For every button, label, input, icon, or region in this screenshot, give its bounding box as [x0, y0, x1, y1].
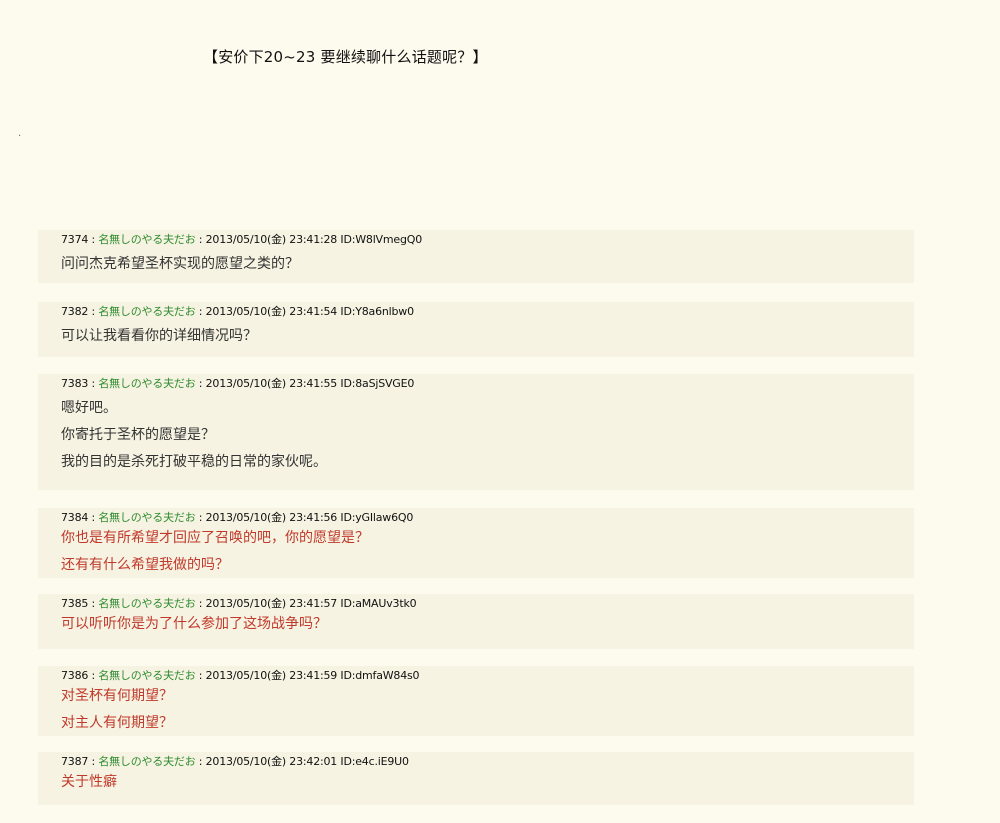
- poster-name: 名無しのやる夫だお: [98, 305, 196, 318]
- post-number[interactable]: 7382: [61, 305, 88, 318]
- post-number[interactable]: 7383: [61, 377, 88, 390]
- post-7386: 7386 : 名無しのやる夫だお : 2013/05/10(金) 23:41:5…: [38, 666, 914, 736]
- post-datetime: 2013/05/10(金) 23:41:55: [205, 377, 338, 390]
- poster-id[interactable]: ID:aMAUv3tk0: [340, 597, 416, 610]
- post-datetime: 2013/05/10(金) 23:41:28: [205, 233, 338, 246]
- post-line: 还有有什么希望我做的吗？: [61, 557, 229, 573]
- post-body: 关于性癖: [61, 769, 914, 796]
- poster-name: 名無しのやる夫だお: [98, 233, 196, 246]
- thread-title: 【安价下20~23 要继续聊什么话题呢？】: [203, 48, 488, 66]
- post-datetime: 2013/05/10(金) 23:42:01: [205, 755, 338, 768]
- post-body: 可以听听你是为了什么参加了这场战争吗？: [61, 611, 914, 638]
- post-line: 你也是有所希望才回应了召唤的吧，你的愿望是？: [61, 530, 369, 546]
- post-line: 嗯好吧。: [61, 400, 117, 416]
- post-7387: 7387 : 名無しのやる夫だお : 2013/05/10(金) 23:42:0…: [38, 752, 914, 805]
- post-body: 可以让我看看你的详细情况吗？: [61, 323, 914, 350]
- poster-name: 名無しのやる夫だお: [98, 377, 196, 390]
- post-header: 7386 : 名無しのやる夫だお : 2013/05/10(金) 23:41:5…: [61, 669, 420, 682]
- post-header: 7385 : 名無しのやる夫だお : 2013/05/10(金) 23:41:5…: [61, 597, 417, 610]
- poster-id[interactable]: ID:Y8a6nlbw0: [340, 305, 414, 318]
- post-header: 7384 : 名無しのやる夫だお : 2013/05/10(金) 23:41:5…: [61, 511, 414, 524]
- post-line: 可以听听你是为了什么参加了这场战争吗？: [61, 616, 327, 632]
- post-7382: 7382 : 名無しのやる夫だお : 2013/05/10(金) 23:41:5…: [38, 302, 914, 357]
- post-7385: 7385 : 名無しのやる夫だお : 2013/05/10(金) 23:41:5…: [38, 594, 914, 649]
- post-line: 问问杰克希望圣杯实现的愿望之类的？: [61, 256, 299, 272]
- post-7383: 7383 : 名無しのやる夫だお : 2013/05/10(金) 23:41:5…: [38, 374, 914, 490]
- post-line: 我的目的是杀死打破平稳的日常的家伙呢。: [61, 454, 327, 470]
- poster-id[interactable]: ID:8aSjSVGE0: [340, 377, 414, 390]
- post-datetime: 2013/05/10(金) 23:41:59: [205, 669, 338, 682]
- post-body: 嗯好吧。 你寄托于圣杯的愿望是？ 我的目的是杀死打破平稳的日常的家伙呢。: [61, 395, 914, 476]
- post-datetime: 2013/05/10(金) 23:41:54: [205, 305, 338, 318]
- post-number[interactable]: 7374: [61, 233, 88, 246]
- post-line: 你寄托于圣杯的愿望是？: [61, 427, 215, 443]
- post-number[interactable]: 7387: [61, 755, 88, 768]
- post-header: 7382 : 名無しのやる夫だお : 2013/05/10(金) 23:41:5…: [61, 305, 414, 318]
- post-number[interactable]: 7386: [61, 669, 88, 682]
- poster-id[interactable]: ID:yGIlaw6Q0: [340, 511, 413, 524]
- post-datetime: 2013/05/10(金) 23:41:57: [205, 597, 338, 610]
- poster-name: 名無しのやる夫だお: [98, 669, 196, 682]
- post-body: 问问杰克希望圣杯实现的愿望之类的？: [61, 251, 914, 278]
- poster-id[interactable]: ID:W8lVmegQ0: [340, 233, 422, 246]
- post-number[interactable]: 7385: [61, 597, 88, 610]
- post-body: 你也是有所希望才回应了召唤的吧，你的愿望是？ 还有有什么希望我做的吗？: [61, 525, 914, 579]
- poster-id[interactable]: ID:e4c.iE9U0: [340, 755, 409, 768]
- poster-id[interactable]: ID:dmfaW84s0: [340, 669, 419, 682]
- post-line: 对主人有何期望？: [61, 715, 173, 731]
- post-header: 7383 : 名無しのやる夫だお : 2013/05/10(金) 23:41:5…: [61, 377, 415, 390]
- post-line: 对圣杯有何期望？: [61, 688, 173, 704]
- post-datetime: 2013/05/10(金) 23:41:56: [205, 511, 338, 524]
- post-header: 7387 : 名無しのやる夫だお : 2013/05/10(金) 23:42:0…: [61, 755, 409, 768]
- post-header: 7374 : 名無しのやる夫だお : 2013/05/10(金) 23:41:2…: [61, 233, 423, 246]
- poster-name: 名無しのやる夫だお: [98, 511, 196, 524]
- post-number[interactable]: 7384: [61, 511, 88, 524]
- post-7384: 7384 : 名無しのやる夫だお : 2013/05/10(金) 23:41:5…: [38, 508, 914, 578]
- dot-mark: .: [18, 128, 22, 139]
- poster-name: 名無しのやる夫だお: [98, 755, 196, 768]
- post-line: 关于性癖: [61, 774, 117, 790]
- post-body: 对圣杯有何期望？ 对主人有何期望？: [61, 683, 914, 737]
- poster-name: 名無しのやる夫だお: [98, 597, 196, 610]
- post-line: 可以让我看看你的详细情况吗？: [61, 328, 257, 344]
- post-7374: 7374 : 名無しのやる夫だお : 2013/05/10(金) 23:41:2…: [38, 230, 914, 283]
